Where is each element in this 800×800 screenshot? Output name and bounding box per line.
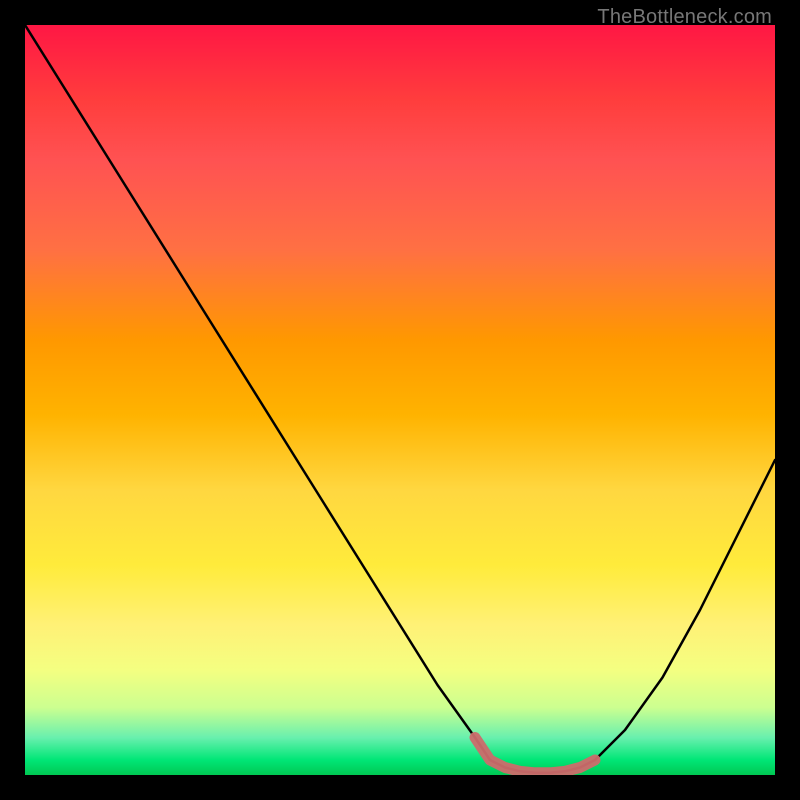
bottleneck-curve xyxy=(25,25,775,773)
chart-container: TheBottleneck.com xyxy=(0,0,800,800)
plot-area xyxy=(25,25,775,775)
highlight-band xyxy=(475,738,595,773)
curve-svg xyxy=(25,25,775,775)
